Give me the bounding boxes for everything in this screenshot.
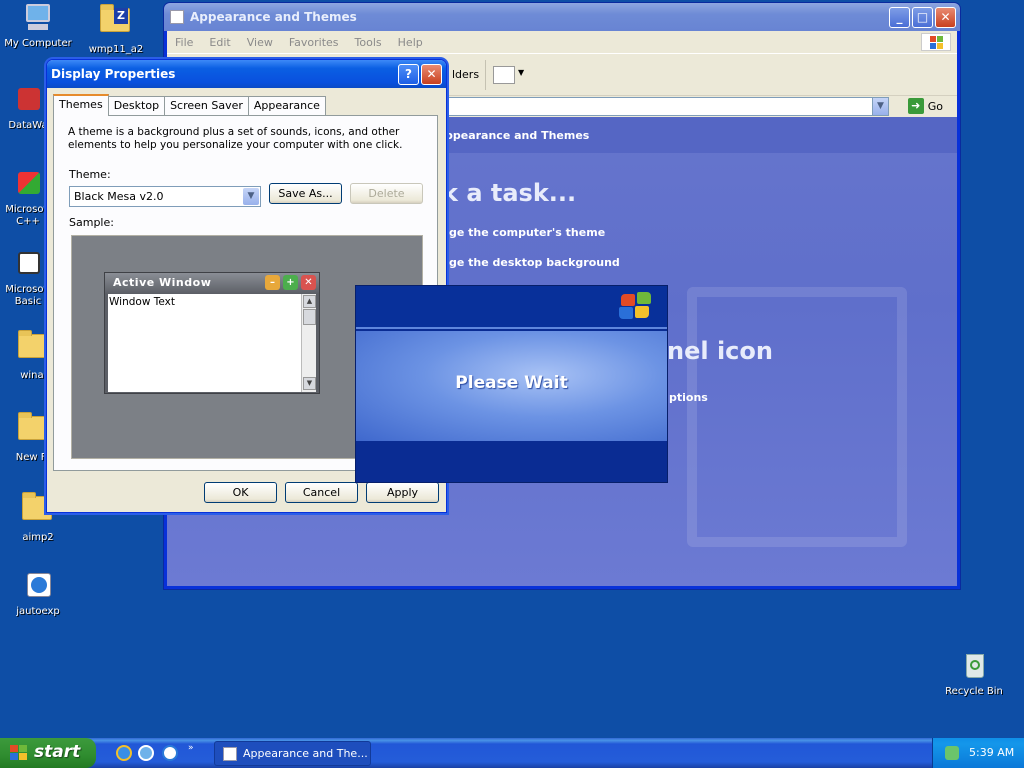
network-icon[interactable] [945,746,959,760]
go-button[interactable]: ➜ Go [907,98,943,114]
scroll-up-icon: ▲ [303,295,316,308]
dialog-title: Display Properties [51,67,176,81]
pick-task-heading: k a task... [442,179,577,207]
scroll-down-icon: ▼ [303,377,316,390]
desktop-icon-label: My Computer [4,38,72,49]
desktop-icon-wmp11[interactable]: Z wmp11_a2 [78,2,154,56]
shortcut-icon [12,84,44,116]
sample-window-text: Window Text [108,294,301,392]
desktop-icon-label: aimp2 [22,532,54,543]
tab-appearance[interactable]: Appearance [247,96,326,116]
close-button[interactable]: ✕ [935,7,956,28]
browser-icon[interactable] [138,745,154,761]
scroll-thumb [303,309,316,325]
address-input[interactable]: ▼ [447,97,889,116]
control-panel-icon [223,747,237,761]
start-button[interactable]: start [0,738,96,768]
sample-window-controls: – + ✕ [265,275,316,290]
folders-button[interactable]: lders [452,68,479,81]
toolbar-separator [485,60,486,90]
close-icon: ✕ [301,275,316,290]
chevron-down-icon[interactable]: ▼ [243,188,259,205]
menu-view[interactable]: View [247,36,273,49]
zip-folder-icon: Z [100,4,132,40]
maximize-icon: + [283,275,298,290]
system-tray: 5:39 AM [932,738,1024,768]
minimize-button[interactable]: _ [889,7,910,28]
clock[interactable]: 5:39 AM [969,746,1014,759]
options-link[interactable]: ptions [669,391,708,404]
taskbar: start » Appearance and The... 5:39 AM [0,738,1024,768]
dialog-titlebar[interactable]: Display Properties [47,60,446,88]
splash-top-band [356,286,667,329]
chevron-down-icon[interactable]: ▼ [872,98,888,115]
dialog-controls: ? ✕ [398,64,442,85]
start-label: start [34,742,81,762]
task-change-background[interactable]: ge the desktop background [449,256,620,269]
window-title: Appearance and Themes [190,10,357,24]
tab-strip: Themes Desktop Screen Saver Appearance [53,94,326,116]
taskbar-button-label: Appearance and The... [243,747,368,760]
close-button[interactable]: ✕ [421,64,442,85]
tab-screen-saver[interactable]: Screen Saver [164,96,249,116]
theme-select[interactable]: Black Mesa v2.0 ▼ [69,186,261,207]
windows-flag-icon [921,33,951,51]
menu-file[interactable]: File [175,36,193,49]
splash-message-band: Please Wait [356,331,667,441]
visual-basic-icon [12,248,44,280]
window-controls: _ □ ✕ [889,7,956,28]
media-player-icon [22,570,54,602]
taskbar-button-appearance-themes[interactable]: Appearance and The... [214,741,371,766]
task-change-theme[interactable]: ge the computer's theme [449,226,605,239]
panel-icon-heading: nel icon [667,337,773,365]
theme-description: A theme is a background plus a set of so… [68,126,403,151]
control-panel-icon [170,10,184,24]
minimize-icon: – [265,275,280,290]
windows-logo-icon [619,292,653,322]
theme-select-value: Black Mesa v2.0 [74,190,164,203]
theme-label: Theme: [69,168,111,181]
checkmark-watermark-icon [687,287,907,547]
recycle-bin-icon [958,650,990,682]
desktop-icon-label: Recycle Bin [945,686,1003,697]
menu-edit[interactable]: Edit [209,36,230,49]
menu-help[interactable]: Help [398,36,423,49]
help-button[interactable]: ? [398,64,419,85]
save-as-button[interactable]: Save As... [269,183,342,204]
menu-tools[interactable]: Tools [355,36,382,49]
sample-active-window: Active Window – + ✕ Window Text ▲ ▼ [104,272,320,394]
maximize-button[interactable]: □ [912,7,933,28]
internet-explorer-icon[interactable] [116,745,132,761]
delete-button: Delete [350,183,423,204]
sample-scrollbar: ▲ ▼ [301,294,316,392]
chevron-down-icon[interactable]: ▼ [518,68,524,77]
please-wait-message: Please Wait [455,373,568,393]
apply-button[interactable]: Apply [366,482,439,503]
ok-button[interactable]: OK [204,482,277,503]
desktop-icon-my-computer[interactable]: My Computer [0,2,76,50]
computer-icon [22,2,54,34]
category-title: ppearance and Themes [445,129,590,142]
menu-favorites[interactable]: Favorites [289,36,339,49]
sample-label: Sample: [69,216,114,229]
desktop-icon-recycle-bin[interactable]: Recycle Bin [936,650,1012,698]
go-label: Go [927,99,943,113]
desktop-icon-jautoexp[interactable]: jautoexp [0,570,76,618]
quicklaunch-expand-icon[interactable]: » [188,743,194,753]
go-arrow-icon: ➜ [907,98,924,114]
visual-cpp-icon [12,168,44,200]
tab-desktop[interactable]: Desktop [107,96,166,116]
views-icon[interactable] [493,66,515,84]
media-player-icon[interactable] [162,745,178,761]
window-titlebar[interactable]: Appearance and Themes [164,3,960,31]
menu-bar: File Edit View Favorites Tools Help [167,31,957,53]
please-wait-splash: Please Wait [355,285,668,483]
desktop-icon-label: wmp11_a2 [88,44,144,55]
windows-flag-icon [10,745,28,761]
cancel-button[interactable]: Cancel [285,482,358,503]
tab-themes[interactable]: Themes [53,94,109,116]
desktop-icon-label: jautoexp [16,606,60,617]
